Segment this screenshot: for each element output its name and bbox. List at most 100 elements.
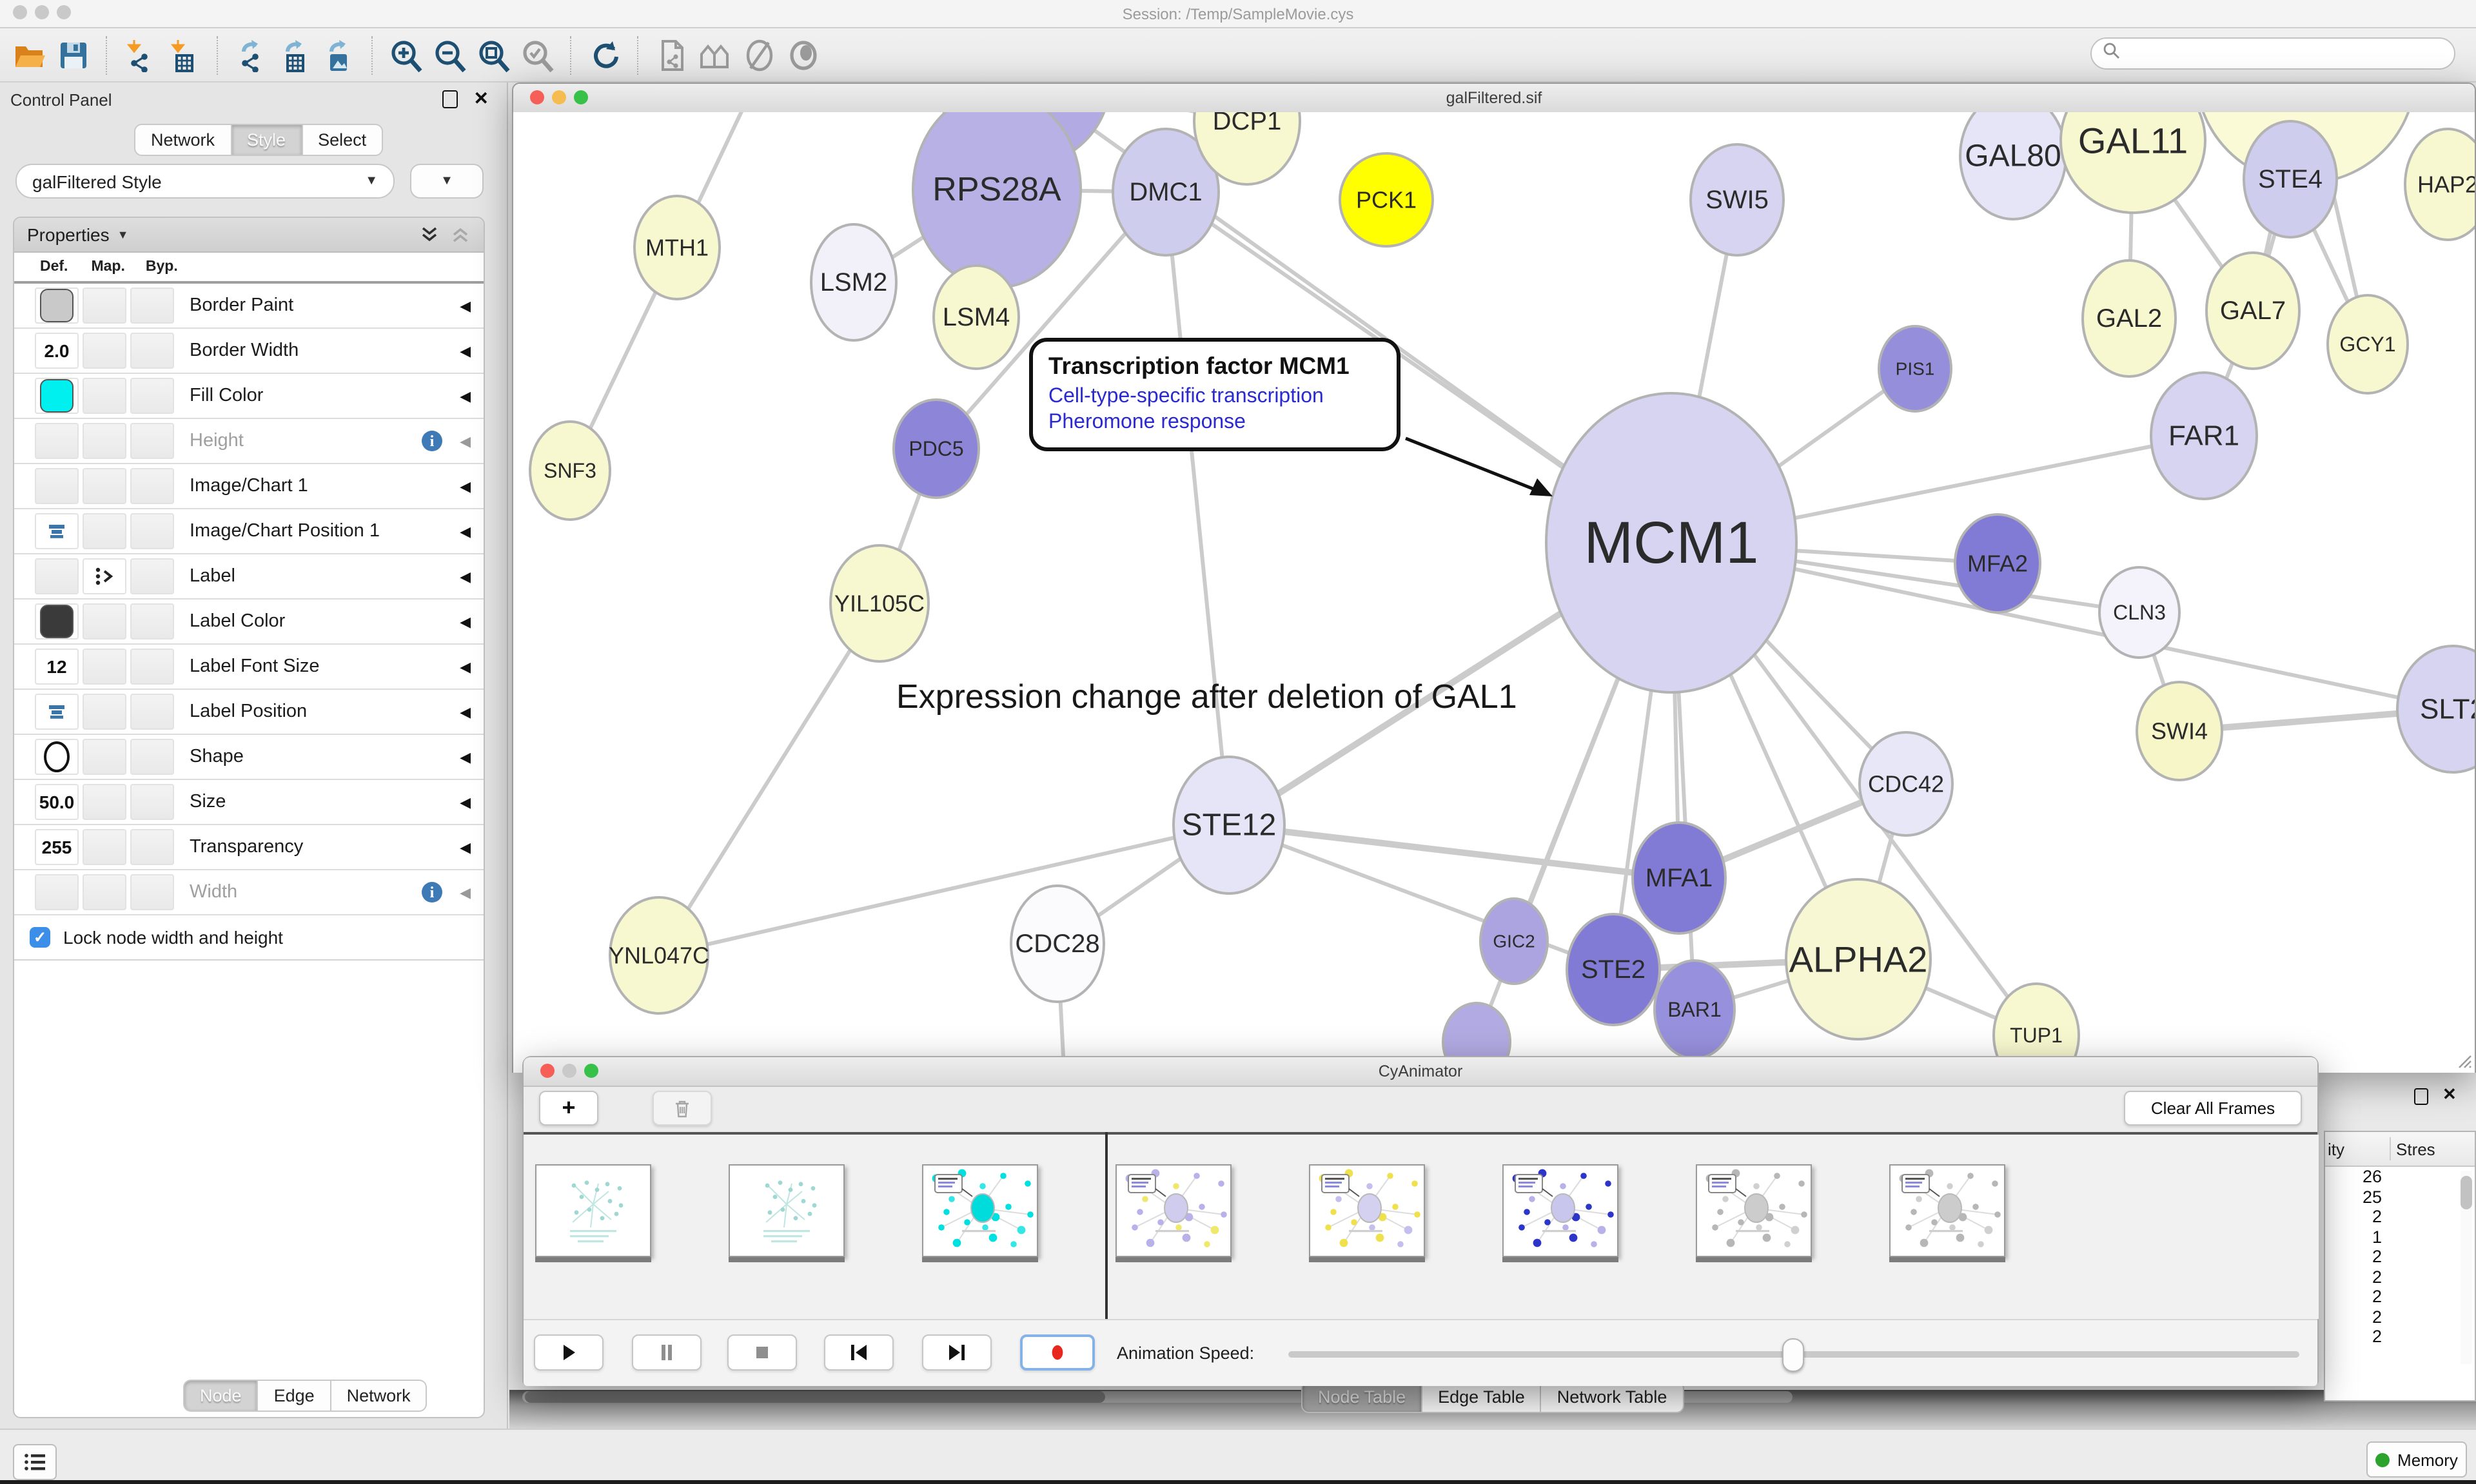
refresh-icon[interactable] xyxy=(583,34,627,75)
node-gal11[interactable]: GAL11 xyxy=(2061,112,2205,213)
lock-size-checkbox[interactable]: ✓ xyxy=(30,927,50,948)
node-pis1[interactable]: PIS1 xyxy=(1879,326,1951,411)
resize-grip-icon[interactable] xyxy=(2454,1051,2472,1069)
mapping-cell[interactable] xyxy=(83,874,126,910)
zoom-selected-icon[interactable] xyxy=(516,34,560,75)
node-pck1[interactable]: PCK1 xyxy=(1340,153,1433,246)
node-ynl047c[interactable]: YNL047C xyxy=(609,897,709,1013)
node-gal2[interactable]: GAL2 xyxy=(2083,260,2176,376)
export-network-icon[interactable] xyxy=(230,34,273,75)
node-pdc5[interactable]: PDC5 xyxy=(894,400,979,498)
property-row-image-chart-1[interactable]: Image/Chart 1◀ xyxy=(14,464,484,509)
node-ste4[interactable]: STE4 xyxy=(2244,121,2337,237)
default-value-cell[interactable] xyxy=(35,874,79,910)
network-window-titlebar[interactable]: galFiltered.sif xyxy=(513,84,2475,113)
default-value-cell[interactable] xyxy=(35,468,79,504)
next-frame-button[interactable] xyxy=(922,1334,992,1371)
mapping-cell[interactable] xyxy=(83,378,126,414)
property-row-shape[interactable]: Shape◀ xyxy=(14,735,484,780)
mapping-cell[interactable] xyxy=(83,288,126,324)
bypass-cell[interactable] xyxy=(130,649,174,685)
bypass-cell[interactable] xyxy=(130,468,174,504)
property-row-height[interactable]: Heighti◀ xyxy=(14,419,484,464)
tab-network[interactable]: Network xyxy=(331,1380,427,1412)
zoom-fit-icon[interactable] xyxy=(472,34,516,75)
export-table-icon[interactable] xyxy=(273,34,317,75)
frame-thumbnail-sec-5[interactable] xyxy=(1502,1164,1618,1257)
mapping-cell[interactable] xyxy=(83,333,126,369)
property-row-label-position[interactable]: Label Position◀ xyxy=(14,690,484,735)
node-gic2[interactable]: GIC2 xyxy=(1480,899,1548,984)
import-network-icon[interactable] xyxy=(119,34,162,75)
edge[interactable] xyxy=(1166,192,1229,825)
default-value-cell[interactable] xyxy=(35,378,79,414)
table-cell[interactable]: 2 xyxy=(2325,1247,2382,1267)
node-lsm2[interactable]: LSM2 xyxy=(811,224,896,340)
bypass-cell[interactable] xyxy=(130,423,174,459)
edge[interactable] xyxy=(659,825,1229,955)
mapping-cell[interactable] xyxy=(83,423,126,459)
table-cell[interactable]: 2 xyxy=(2325,1287,2382,1307)
hide-detail-icon[interactable] xyxy=(738,34,781,75)
table-scrollbar-thumb[interactable] xyxy=(2461,1176,2472,1209)
expand-row-icon[interactable]: ◀ xyxy=(460,748,471,765)
horizontal-scrollbar-thumb[interactable] xyxy=(525,1391,1105,1403)
open-icon[interactable] xyxy=(8,34,52,75)
expand-row-icon[interactable]: ◀ xyxy=(460,342,471,359)
node-mfa1[interactable]: MFA1 xyxy=(1633,823,1725,933)
previous-frame-button[interactable] xyxy=(824,1334,894,1371)
property-row-border-width[interactable]: 2.0Border Width◀ xyxy=(14,329,484,374)
mapping-cell[interactable] xyxy=(83,558,126,594)
property-row-border-paint[interactable]: Border Paint◀ xyxy=(14,284,484,329)
default-value-cell[interactable] xyxy=(35,288,79,324)
cyanimator-titlebar[interactable]: CyAnimator xyxy=(524,1057,2317,1087)
table-cell[interactable]: 25 xyxy=(2325,1187,2382,1207)
property-row-fill-color[interactable]: Fill Color◀ xyxy=(14,374,484,419)
find-icon[interactable] xyxy=(694,34,738,75)
mapping-cell[interactable] xyxy=(83,829,126,865)
node-mcm1[interactable]: MCM1 xyxy=(1546,393,1796,692)
zoom-out-icon[interactable] xyxy=(428,34,472,75)
node-gal80[interactable]: GAL80 xyxy=(1960,112,2066,219)
default-value-cell[interactable]: 12 xyxy=(35,649,79,685)
show-panels-button[interactable] xyxy=(13,1444,57,1480)
node-cdc28[interactable]: CDC28 xyxy=(1011,886,1104,1002)
caption-annotation[interactable]: Expression change after deletion of GAL1 xyxy=(896,678,1517,716)
expand-row-icon[interactable]: ◀ xyxy=(460,794,471,810)
default-value-cell[interactable] xyxy=(35,558,79,594)
collapse-all-icon[interactable] xyxy=(450,224,471,245)
tab-node[interactable]: Node xyxy=(183,1380,259,1412)
property-row-label-color[interactable]: Label Color◀ xyxy=(14,600,484,645)
table-column-ity[interactable]: ity xyxy=(2325,1139,2384,1158)
node-snf3[interactable]: SNF3 xyxy=(530,422,610,520)
property-row-transparency[interactable]: 255Transparency◀ xyxy=(14,825,484,870)
expand-row-icon[interactable]: ◀ xyxy=(460,523,471,540)
node-ste2[interactable]: STE2 xyxy=(1567,914,1660,1025)
expand-row-icon[interactable]: ◀ xyxy=(460,839,471,855)
annotation-link[interactable]: Pheromone response xyxy=(1048,411,1381,434)
mapping-cell[interactable] xyxy=(83,784,126,820)
table-cell[interactable]: 26 xyxy=(2325,1167,2382,1187)
node-cln3[interactable]: CLN3 xyxy=(2099,567,2179,658)
table-cell[interactable]: 2 xyxy=(2325,1327,2382,1347)
annotation-link[interactable]: Cell-type-specific transcription xyxy=(1048,386,1381,409)
expand-row-icon[interactable]: ◀ xyxy=(460,884,471,901)
play-button[interactable] xyxy=(534,1334,604,1371)
network-canvas[interactable]: RPS28ADMC1DCP1PCK1MTH1LSM2LSM4SNF3PDC5YI… xyxy=(513,112,2475,1073)
search-input[interactable] xyxy=(2090,37,2455,70)
property-row-label[interactable]: Label◀ xyxy=(14,554,484,600)
bypass-cell[interactable] xyxy=(130,513,174,549)
mapping-cell[interactable] xyxy=(83,468,126,504)
default-value-cell[interactable]: 2.0 xyxy=(35,333,79,369)
node-mth1[interactable]: MTH1 xyxy=(634,196,720,299)
network-document-icon[interactable] xyxy=(650,34,694,75)
default-value-cell[interactable] xyxy=(35,513,79,549)
float-panel-icon[interactable] xyxy=(2414,1088,2428,1105)
expand-all-icon[interactable] xyxy=(419,224,440,245)
mapping-cell[interactable] xyxy=(83,739,126,775)
table-cell[interactable]: 2 xyxy=(2325,1267,2382,1287)
style-options-button[interactable]: ▼ xyxy=(410,164,484,199)
frame-thumbnail-sec-6[interactable] xyxy=(1696,1164,1812,1257)
mapping-cell[interactable] xyxy=(83,694,126,730)
export-image-icon[interactable] xyxy=(317,34,361,75)
